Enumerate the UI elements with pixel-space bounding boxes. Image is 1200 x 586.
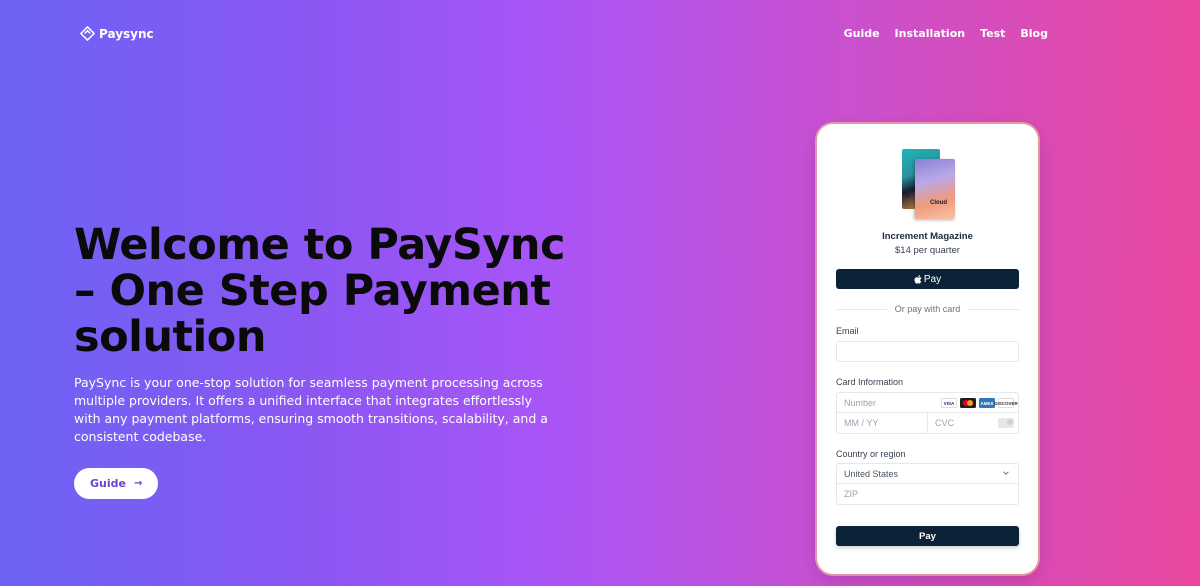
paysync-logo-icon — [80, 26, 95, 41]
apple-icon — [914, 274, 922, 284]
zip-input[interactable]: ZIP — [837, 484, 1018, 504]
magazine-cover-text: Cloud — [930, 200, 947, 206]
country-select[interactable]: United States — [837, 464, 1018, 484]
mastercard-icon — [960, 398, 976, 408]
apple-pay-button[interactable]: Pay — [836, 269, 1019, 289]
cvc-input[interactable]: CVC — [928, 413, 1018, 433]
checkout-card: S Cloud Increment Magazine $14 per quart… — [817, 124, 1038, 574]
nav-link-installation[interactable]: Installation — [895, 27, 966, 40]
email-field[interactable] — [836, 341, 1019, 362]
top-nav: Paysync Guide Installation Test Blog — [0, 0, 1200, 68]
magazine-back-text: S — [905, 193, 910, 199]
expiry-input[interactable]: MM / YY — [837, 413, 928, 433]
arrow-right-icon: → — [133, 478, 143, 489]
card-number-input[interactable]: Number VISA AMEX DISCOVER — [837, 393, 1018, 413]
magazine-image: S Cloud — [902, 149, 955, 221]
country-label: Country or region — [836, 449, 906, 459]
divider-line-right — [968, 308, 1019, 310]
card-info-label: Card Information — [836, 377, 904, 387]
divider-text: Or pay with card — [894, 304, 961, 314]
email-label: Email — [836, 326, 859, 336]
nav-link-guide[interactable]: Guide — [844, 27, 880, 40]
product-name: Increment Magazine — [882, 231, 973, 242]
card-brands: VISA AMEX DISCOVER — [941, 398, 1018, 408]
magazine-front-cover: Cloud — [915, 159, 955, 219]
cvc-placeholder: CVC — [935, 418, 955, 428]
nav-links: Guide Installation Test Blog — [844, 27, 1048, 40]
card-expiry-cvc-row: MM / YY CVC — [837, 413, 1018, 433]
divider-line-left — [836, 308, 887, 310]
apple-pay-label: Pay — [923, 273, 942, 285]
expiry-placeholder: MM / YY — [844, 418, 879, 428]
guide-button-label: Guide — [90, 477, 126, 490]
guide-button[interactable]: Guide → — [74, 468, 159, 499]
nav-link-blog[interactable]: Blog — [1020, 27, 1048, 40]
pay-divider: Or pay with card — [836, 304, 1019, 314]
country-group: United States ZIP — [836, 463, 1019, 505]
cvc-card-icon — [998, 418, 1014, 428]
zip-placeholder: ZIP — [844, 489, 859, 499]
hero-title: Welcome to PaySync – One Step Payment so… — [74, 220, 566, 362]
country-value: United States — [844, 468, 899, 479]
amex-icon: AMEX — [979, 398, 995, 408]
discover-icon: DISCOVER — [994, 398, 1018, 408]
hero-description: PaySync is your one-stop solution for se… — [74, 375, 548, 444]
pay-button[interactable]: Pay — [836, 526, 1019, 546]
brand-name: Paysync — [99, 26, 154, 41]
card-number-placeholder: Number — [844, 397, 877, 408]
chevron-down-icon — [1003, 471, 1009, 475]
brand-logo[interactable]: Paysync — [80, 26, 154, 41]
visa-icon: VISA — [941, 398, 957, 408]
hero-section: Welcome to PaySync – One Step Payment so… — [74, 222, 634, 499]
nav-link-test[interactable]: Test — [980, 27, 1005, 40]
product-price: $14 per quarter — [895, 245, 960, 256]
card-info-group: Number VISA AMEX DISCOVER MM / YY CVC — [836, 392, 1019, 434]
